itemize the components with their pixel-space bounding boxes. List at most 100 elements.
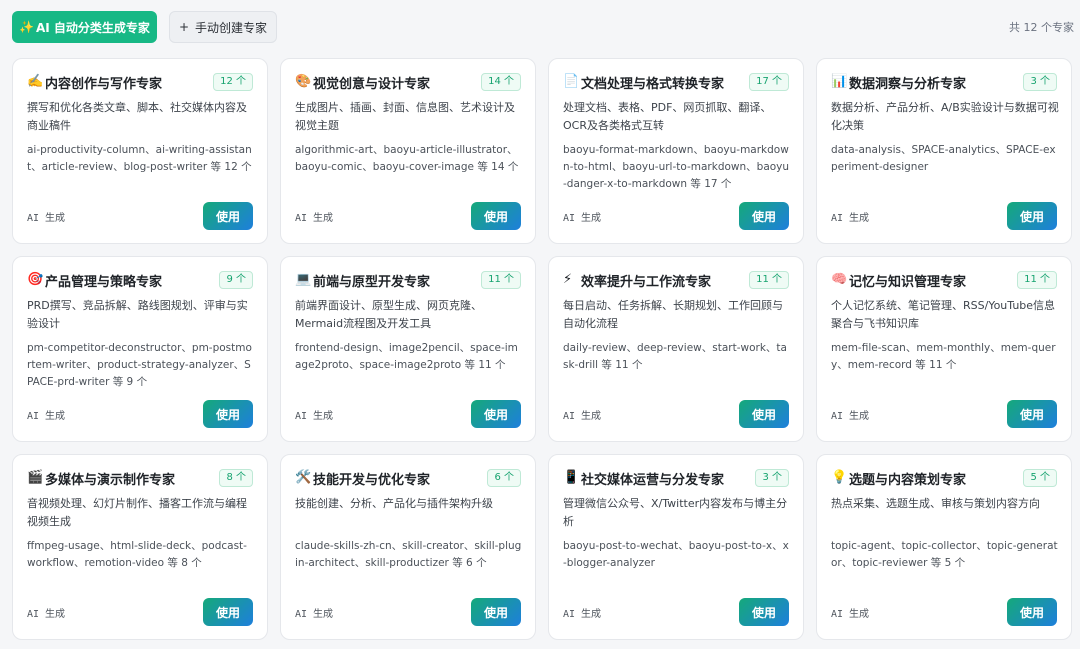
expert-skill-list: ffmpeg-usage、html-slide-deck、podcast-wor… [27,540,247,569]
expert-source-label: AI 生成 [295,609,334,620]
expert-icon: 🧠 [831,272,848,287]
expert-skill-list: mem-file-scan、mem-monthly、mem-query、mem-… [831,342,1056,371]
manual-create-expert-button[interactable]: + 手动创建专家 [169,11,277,43]
expert-card: ⚡ 效率提升与工作流专家 11 个 每日启动、任务拆解、长期规划、工作回顾与自动… [548,256,804,442]
expert-icon: 📄 [563,74,580,89]
expert-card: 📊 数据洞察与分析专家 3 个 数据分析、产品分析、A/B实验设计与数据可视化决… [816,58,1072,244]
use-button[interactable]: 使用 [203,202,253,230]
card-header: 🛠️ 技能开发与优化专家 6 个 [295,469,521,488]
use-button[interactable]: 使用 [203,400,253,428]
expert-source-label: AI 生成 [831,609,870,620]
expert-icon: 📊 [831,74,848,89]
expert-title: 文档处理与格式转换专家 [581,76,725,92]
expert-card: 🎯 产品管理与策略专家 9 个 PRD撰写、竞品拆解、路线图规划、评审与实验设计… [12,256,268,442]
expert-icon: 🎨 [295,74,312,89]
expert-icon: 🛠️ [295,470,312,485]
skill-count-badge: 8 个 [219,469,253,487]
expert-source-label: AI 生成 [295,411,334,422]
expert-card: 🎨 视觉创意与设计专家 14 个 生成图片、插画、封面、信息图、艺术设计及视觉主… [280,58,536,244]
expert-skill-list: frontend-design、image2pencil、space-image… [295,342,518,371]
use-button[interactable]: 使用 [739,400,789,428]
skill-count-badge: 3 个 [1023,73,1057,91]
use-button[interactable]: 使用 [471,400,521,428]
expert-description: 每日启动、任务拆解、长期规划、工作回顾与自动化流程 [563,299,783,330]
expert-card: 🛠️ 技能开发与优化专家 6 个 技能创建、分析、产品化与插件架构升级 clau… [280,454,536,640]
expert-title: 社交媒体运营与分发专家 [581,472,725,488]
expert-title: 多媒体与演示制作专家 [45,472,176,488]
expert-skill-list: pm-competitor-deconstructor、pm-postmorte… [27,342,252,388]
skill-count-badge: 9 个 [219,271,253,289]
skill-count-badge: 14 个 [481,73,521,91]
expert-title: 选题与内容策划专家 [849,472,967,488]
use-button[interactable]: 使用 [739,202,789,230]
skill-count-badge: 11 个 [1017,271,1057,289]
ai-generate-experts-button[interactable]: ✨ AI 自动分类生成专家 [12,11,157,43]
expert-description: 音视频处理、幻灯片制作、播客工作流与编程视频生成 [27,497,247,528]
use-button[interactable]: 使用 [471,598,521,626]
expert-source-label: AI 生成 [27,609,66,620]
expert-title: 视觉创意与设计专家 [313,76,431,92]
expert-card: 💻 前端与原型开发专家 11 个 前端界面设计、原型生成、网页克隆、Mermai… [280,256,536,442]
expert-skill-list: claude-skills-zh-cn、skill-creator、skill-… [295,540,522,569]
expert-description: 管理微信公众号、X/Twitter内容发布与博主分析 [563,497,788,528]
card-header: 🧠 记忆与知识管理专家 11 个 [831,271,1057,290]
expert-description: 个人记忆系统、笔记管理、RSS/YouTube信息聚合与飞书知识库 [831,299,1056,330]
expert-skill-list: ai-productivity-column、ai-writing-assist… [27,144,252,173]
manual-create-label: 手动创建专家 [195,20,268,35]
use-button[interactable]: 使用 [1007,400,1057,428]
use-button[interactable]: 使用 [1007,598,1057,626]
use-button[interactable]: 使用 [203,598,253,626]
expert-description: 热点采集、选题生成、审核与策划内容方向 [831,497,1040,510]
expert-source-label: AI 生成 [563,609,602,620]
expert-skill-list: data-analysis、SPACE-analytics、SPACE-expe… [831,144,1056,173]
card-header: 💻 前端与原型开发专家 11 个 [295,271,521,290]
sparkle-icon: ✨ [19,20,34,34]
use-button[interactable]: 使用 [739,598,789,626]
expert-source-label: AI 生成 [27,213,66,224]
expert-icon: ⚡ [563,272,573,287]
expert-title: 前端与原型开发专家 [313,274,431,290]
skill-count-badge: 17 个 [749,73,789,91]
expert-skill-list: daily-review、deep-review、start-work、task… [563,342,787,371]
expert-icon: ✍️ [27,74,44,89]
expert-icon: 🎬 [27,470,44,485]
plus-icon: + [178,20,190,34]
expert-skill-list: algorithmic-art、baoyu-article-illustrato… [295,144,519,173]
expert-description: 撰写和优化各类文章、脚本、社交媒体内容及商业稿件 [27,101,247,132]
expert-description: 处理文档、表格、PDF、网页抓取、翻译、OCR及各类格式互转 [563,101,772,132]
expert-icon: 🎯 [27,272,44,287]
skill-count-badge: 3 个 [755,469,789,487]
expert-grid: ✍️ 内容创作与写作专家 12 个 撰写和优化各类文章、脚本、社交媒体内容及商业… [12,58,1073,640]
card-header: 🎨 视觉创意与设计专家 14 个 [295,73,521,92]
use-button[interactable]: 使用 [471,202,521,230]
expert-skill-list: baoyu-format-markdown、baoyu-markdown-to-… [563,144,790,190]
expert-icon: 💡 [831,470,848,485]
expert-description: 技能创建、分析、产品化与插件架构升级 [295,497,493,510]
expert-description: 数据分析、产品分析、A/B实验设计与数据可视化决策 [831,101,1059,132]
card-header: 📊 数据洞察与分析专家 3 个 [831,73,1057,92]
use-button[interactable]: 使用 [1007,202,1057,230]
expert-title: 记忆与知识管理专家 [849,274,967,290]
skill-count-badge: 5 个 [1023,469,1057,487]
expert-title: 内容创作与写作专家 [45,76,163,92]
expert-skill-list: topic-agent、topic-collector、topic-genera… [831,540,1058,569]
expert-source-label: AI 生成 [27,411,66,422]
expert-source-label: AI 生成 [563,411,602,422]
expert-description: PRD撰写、竞品拆解、路线图规划、评审与实验设计 [27,299,248,330]
expert-title: 产品管理与策略专家 [45,274,163,290]
expert-card: 🧠 记忆与知识管理专家 11 个 个人记忆系统、笔记管理、RSS/YouTube… [816,256,1072,442]
ai-generate-label: AI 自动分类生成专家 [36,20,150,35]
card-header: 📄 文档处理与格式转换专家 17 个 [563,73,789,92]
expert-card: ✍️ 内容创作与写作专家 12 个 撰写和优化各类文章、脚本、社交媒体内容及商业… [12,58,268,244]
expert-skill-list: baoyu-post-to-wechat、baoyu-post-to-x、x-b… [563,540,789,569]
expert-source-label: AI 生成 [295,213,334,224]
expert-card: 📱 社交媒体运营与分发专家 3 个 管理微信公众号、X/Twitter内容发布与… [548,454,804,640]
expert-card: 🎬 多媒体与演示制作专家 8 个 音视频处理、幻灯片制作、播客工作流与编程视频生… [12,454,268,640]
expert-title: 技能开发与优化专家 [313,472,431,488]
expert-count: 共 12 个专家 [1009,21,1074,34]
expert-source-label: AI 生成 [831,213,870,224]
expert-icon: 📱 [563,470,580,485]
card-header: 🎬 多媒体与演示制作专家 8 个 [27,469,253,488]
card-header: 📱 社交媒体运营与分发专家 3 个 [563,469,789,488]
skill-count-badge: 12 个 [213,73,253,91]
